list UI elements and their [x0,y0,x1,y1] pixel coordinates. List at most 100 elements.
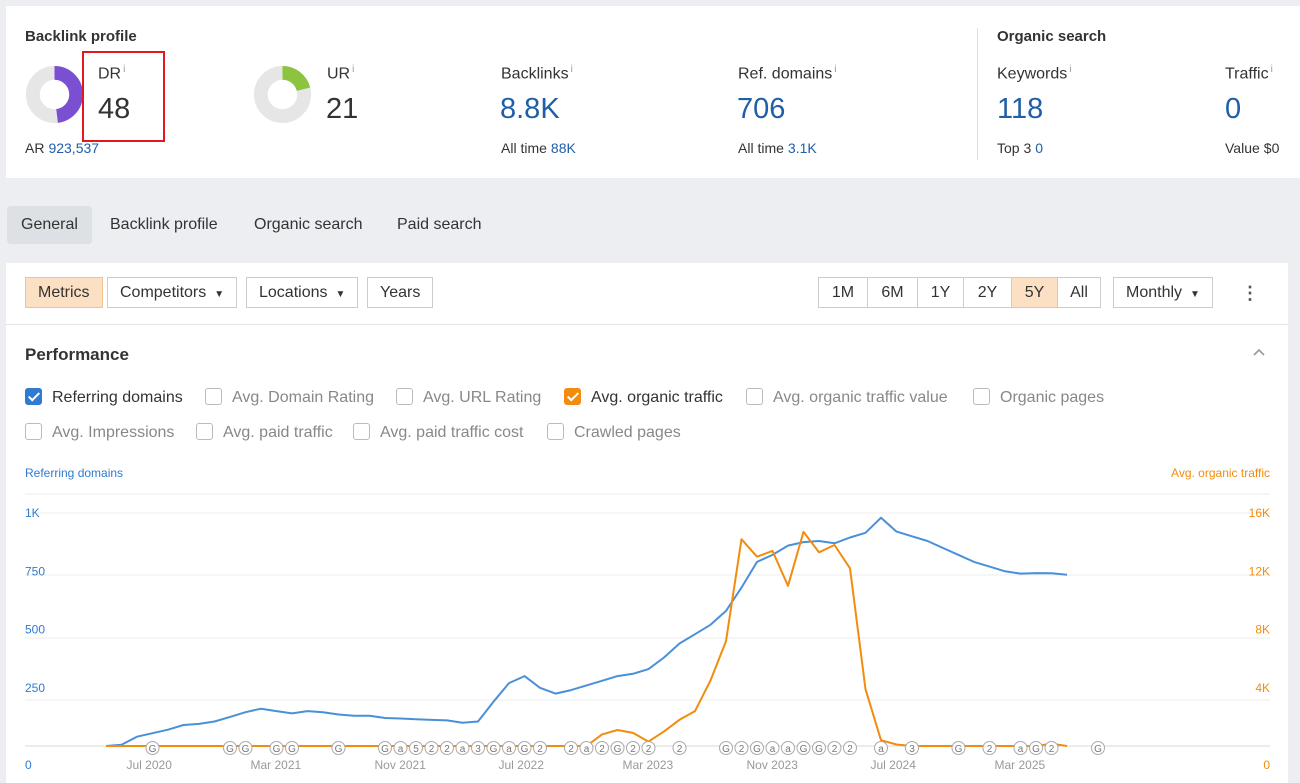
checkbox-avg-paid-traffic-cost[interactable]: Avg. paid traffic cost [353,422,523,444]
annotation-label: 2 [568,744,574,755]
traffic-info-icon[interactable]: i [1271,64,1273,75]
annotation-label: a [770,744,776,755]
annotation-marker: G [238,741,253,755]
annotation-marker: a [1013,741,1028,755]
ur-donut-chart [253,65,312,124]
ref-domains-all-time-link[interactable]: 3.1K [788,140,817,156]
checkbox-avg-organic-traffic-value[interactable]: Avg. organic traffic value [746,387,948,409]
annotation-marker: G [269,741,284,755]
annotation-label: G [490,744,498,755]
range-all-button[interactable]: All [1057,277,1101,308]
checkbox-organic-pages[interactable]: Organic pages [973,387,1104,409]
tab-backlink-profile[interactable]: Backlink profile [96,206,232,244]
backlinks-all-time: All time 88K [501,140,576,156]
range-6m-button[interactable]: 6M [867,277,918,308]
range-1m-button[interactable]: 1M [818,277,868,308]
right-axis-title: Avg. organic traffic [1171,466,1270,480]
range-2y-button[interactable]: 2Y [963,277,1012,308]
x-axis-tick-label: Jul 2020 [127,758,173,772]
range-5y-button[interactable]: 5Y [1011,277,1058,308]
interval-dropdown[interactable]: Monthly ▼ [1113,277,1213,308]
right-axis-tick-label: 16K [1249,506,1270,520]
checkbox-avg-paid-traffic[interactable]: Avg. paid traffic [196,422,333,444]
ar-value-link[interactable]: 923,537 [48,140,99,156]
annotation-label: a [506,744,512,755]
range-1y-button[interactable]: 1Y [917,277,964,308]
checkbox-avg-organic-traffic[interactable]: Avg. organic traffic [564,387,723,409]
annotation-marker: 2 [440,741,454,755]
annotation-label: a [785,744,791,755]
annotation-label: 2 [987,744,993,755]
chevron-up-icon[interactable] [1252,345,1266,359]
right-axis-ticks: 0 4K 8K 12K 16K [1249,506,1271,772]
annotation-marker: G [1091,741,1105,755]
toolbar-divider [6,324,1288,325]
annotation-marker: G [796,741,811,755]
annotation-label: G [753,744,761,755]
checkbox-avg-url-rating[interactable]: Avg. URL Rating [396,387,541,409]
keywords-value[interactable]: 118 [997,93,1043,126]
ref-domains-info-icon[interactable]: i [834,64,836,75]
tab-paid-search[interactable]: Paid search [383,206,496,244]
annotation-marker: 2 [843,741,857,755]
annotation-marker: G [145,741,160,755]
right-axis-tick-label: 12K [1249,564,1270,578]
x-axis-tick-label: Mar 2021 [251,758,302,772]
annotation-marker: 2 [533,741,547,755]
traffic-value-row: Value $0 [1225,140,1280,156]
annotation-marker: G [223,741,237,755]
annotation-label: G [288,744,296,755]
backlinks-all-time-link[interactable]: 88K [551,140,576,156]
ar-row: AR 923,537 [25,140,100,156]
left-axis-tick-label: 250 [25,681,45,695]
annotation-marker: a [393,741,408,755]
dr-donut-chart [25,65,84,124]
ref-domains-value[interactable]: 706 [737,93,785,126]
competitors-dropdown[interactable]: Competitors ▼ [107,277,238,308]
annotation-label: G [955,744,963,755]
annotation-marker: G [719,741,733,755]
locations-dropdown[interactable]: Locations ▼ [246,277,359,308]
tab-general[interactable]: General [7,206,92,244]
checkbox-avg-domain-rating[interactable]: Avg. Domain Rating [205,387,374,409]
annotation-label: G [335,744,343,755]
tab-organic-search[interactable]: Organic search [240,206,377,244]
years-button[interactable]: Years [367,277,434,308]
annotation-label: G [381,744,389,755]
annotation-label: 3 [909,744,915,755]
checkbox-crawled-pages[interactable]: Crawled pages [547,422,681,444]
keywords-info-icon[interactable]: i [1069,64,1071,75]
chevron-down-icon: ▼ [1190,289,1200,300]
annotation-marker: 2 [982,741,997,755]
chart-annotations: GGGGGGGa522a3GaG22a2G222G2GaaGG22a3G2aG2… [145,741,1105,755]
checkbox-empty-icon [196,423,213,440]
backlinks-value[interactable]: 8.8K [500,93,560,126]
left-axis-tick-label: 1K [25,506,40,520]
annotation-marker: 3 [905,741,919,755]
series-avg-organic-traffic-line [106,530,1068,747]
annotation-marker: G [285,741,299,755]
metrics-button[interactable]: Metrics [25,277,103,308]
traffic-value[interactable]: 0 [1225,93,1241,126]
backlinks-info-icon[interactable]: i [571,64,573,75]
ur-info-icon[interactable]: i [352,64,354,75]
performance-title: Performance [25,345,129,364]
annotation-marker: 2 [424,741,439,755]
annotation-label: G [722,744,730,755]
checkbox-avg-impressions[interactable]: Avg. Impressions [25,422,174,444]
annotation-marker: a [765,741,780,755]
checkbox-empty-icon [353,423,370,440]
performance-chart[interactable]: Referring domains Avg. organic traffic 0… [6,453,1288,783]
checkbox-empty-icon [205,388,222,405]
keywords-label: Keywords i [997,64,1072,83]
keywords-top3-link[interactable]: 0 [1035,140,1043,156]
annotation-label: 2 [832,744,838,755]
x-axis-ticks: Jul 2020 Mar 2021 Nov 2021 Jul 2022 Mar 2023… [127,758,1046,772]
annotation-marker: G [812,741,826,755]
annotation-label: G [242,744,250,755]
dr-highlight-box [82,51,165,142]
annotation-marker: 2 [595,741,609,755]
checkbox-checked-icon [564,388,581,405]
checkbox-referring-domains[interactable]: Referring domains [25,387,183,409]
more-options-icon[interactable]: ⋮ [1241,281,1259,305]
